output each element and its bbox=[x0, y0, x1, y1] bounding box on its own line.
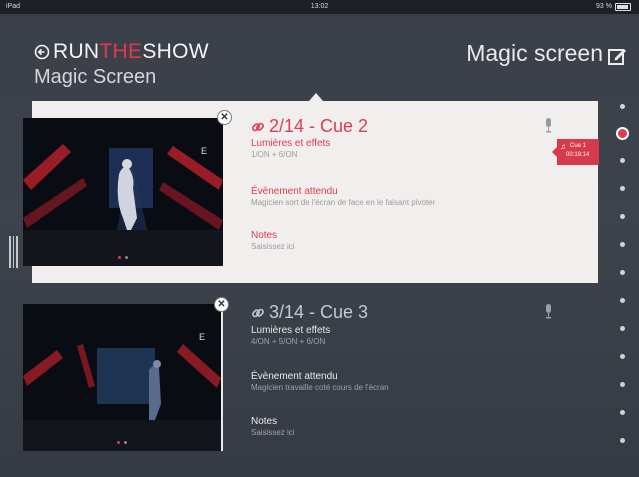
cue-tag-label: Cue 1 bbox=[570, 143, 587, 149]
timeline-dot[interactable] bbox=[620, 382, 625, 387]
lights-label: Lumières et effets bbox=[251, 138, 331, 149]
lights-value[interactable]: 4/ON + 5/ON + 6/ON bbox=[251, 337, 330, 346]
status-time: 13:02 bbox=[310, 3, 329, 10]
pagination-dots[interactable] bbox=[23, 441, 221, 444]
event-section: Évènement attendu Magicien sort de l'écr… bbox=[251, 186, 435, 207]
page-subtitle: Magic Screen bbox=[34, 66, 157, 88]
notes-section: Notes Saisissez ici bbox=[251, 230, 295, 251]
timeline-dot[interactable] bbox=[620, 326, 625, 331]
timeline-dot[interactable] bbox=[620, 410, 625, 415]
timeline-dot[interactable] bbox=[620, 214, 625, 219]
cue-3-title-text: 3/14 - Cue 3 bbox=[269, 302, 369, 322]
microphone-icon[interactable] bbox=[545, 118, 552, 133]
cue-2-title[interactable]: 2/14 - Cue 2 bbox=[251, 116, 368, 137]
back-arrow-icon[interactable] bbox=[34, 44, 50, 60]
stage-image bbox=[23, 118, 223, 266]
cue-2-title-text: 2/14 - Cue 2 bbox=[269, 116, 369, 136]
lights-section: Lumières et effets 1/ON + 6/ON bbox=[251, 138, 330, 159]
status-bar: iPad 13:02 93 % bbox=[0, 0, 639, 14]
music-note-icon: ♫ bbox=[560, 142, 566, 151]
cue-tag-timecode: 00:19:14 bbox=[566, 152, 590, 158]
notes-input[interactable]: Saisissez ici bbox=[251, 242, 295, 251]
microphone-icon[interactable] bbox=[545, 304, 552, 319]
notes-label: Notes bbox=[251, 416, 278, 427]
logo-run: RUN bbox=[53, 40, 100, 63]
close-icon[interactable]: ✕ bbox=[215, 298, 228, 311]
battery-indicator: 93 % bbox=[596, 0, 631, 14]
notes-input[interactable]: Saisissez ici bbox=[251, 428, 295, 437]
lights-section: Lumières et effets 4/ON + 5/ON + 6/ON bbox=[251, 325, 330, 346]
lights-value[interactable]: 1/ON + 6/ON bbox=[251, 150, 330, 159]
close-icon[interactable]: ✕ bbox=[218, 111, 231, 124]
cue-timeline[interactable] bbox=[617, 98, 629, 468]
page-title: Magic screen bbox=[466, 40, 603, 66]
timeline-dot[interactable] bbox=[620, 186, 625, 191]
battery-icon bbox=[615, 3, 631, 11]
current-cue-tag[interactable]: ♫ Cue 1 00:19:14 bbox=[552, 139, 599, 165]
notes-section: Notes Saisissez ici bbox=[251, 416, 295, 437]
cue-2-preview[interactable]: E bbox=[23, 118, 223, 266]
timeline-dot[interactable] bbox=[620, 104, 625, 109]
cue-3-preview[interactable]: E bbox=[23, 304, 223, 451]
event-label: Évènement attendu bbox=[251, 371, 338, 382]
app-screen: iPad 13:02 93 % RUN THE SHOW Magic Screen … bbox=[0, 0, 639, 477]
app-logo[interactable]: RUN THE SHOW bbox=[34, 40, 209, 64]
timeline-dot[interactable] bbox=[620, 438, 625, 443]
pagination-dots[interactable] bbox=[23, 256, 223, 259]
link-icon bbox=[252, 308, 264, 317]
thumb-badge: E bbox=[198, 332, 205, 342]
notes-label: Notes bbox=[251, 230, 278, 241]
logo-the: THE bbox=[99, 40, 143, 63]
logo-show: SHOW bbox=[142, 40, 209, 63]
timeline-dot[interactable] bbox=[620, 270, 625, 275]
timeline-dot[interactable] bbox=[620, 158, 625, 163]
timeline-current[interactable] bbox=[618, 129, 627, 138]
drag-handle[interactable] bbox=[9, 236, 19, 268]
selection-pointer bbox=[309, 93, 323, 101]
lights-label: Lumières et effets bbox=[251, 325, 331, 336]
cue-3-title[interactable]: 3/14 - Cue 3 bbox=[251, 302, 368, 323]
event-value[interactable]: Magicien travaille coté cours de l'écran bbox=[251, 383, 389, 392]
edit-icon[interactable] bbox=[607, 46, 627, 66]
timeline-dot[interactable] bbox=[620, 354, 625, 359]
timeline-dot[interactable] bbox=[620, 242, 625, 247]
link-icon bbox=[252, 122, 264, 131]
event-label: Évènement attendu bbox=[251, 186, 338, 197]
battery-level: 93 % bbox=[596, 3, 612, 10]
timeline-dot[interactable] bbox=[620, 298, 625, 303]
event-value[interactable]: Magicien sort de l'écran de face en le f… bbox=[251, 198, 435, 207]
thumb-badge: E bbox=[200, 146, 207, 156]
event-section: Évènement attendu Magicien travaille cot… bbox=[251, 371, 389, 392]
stage-image bbox=[23, 304, 221, 451]
